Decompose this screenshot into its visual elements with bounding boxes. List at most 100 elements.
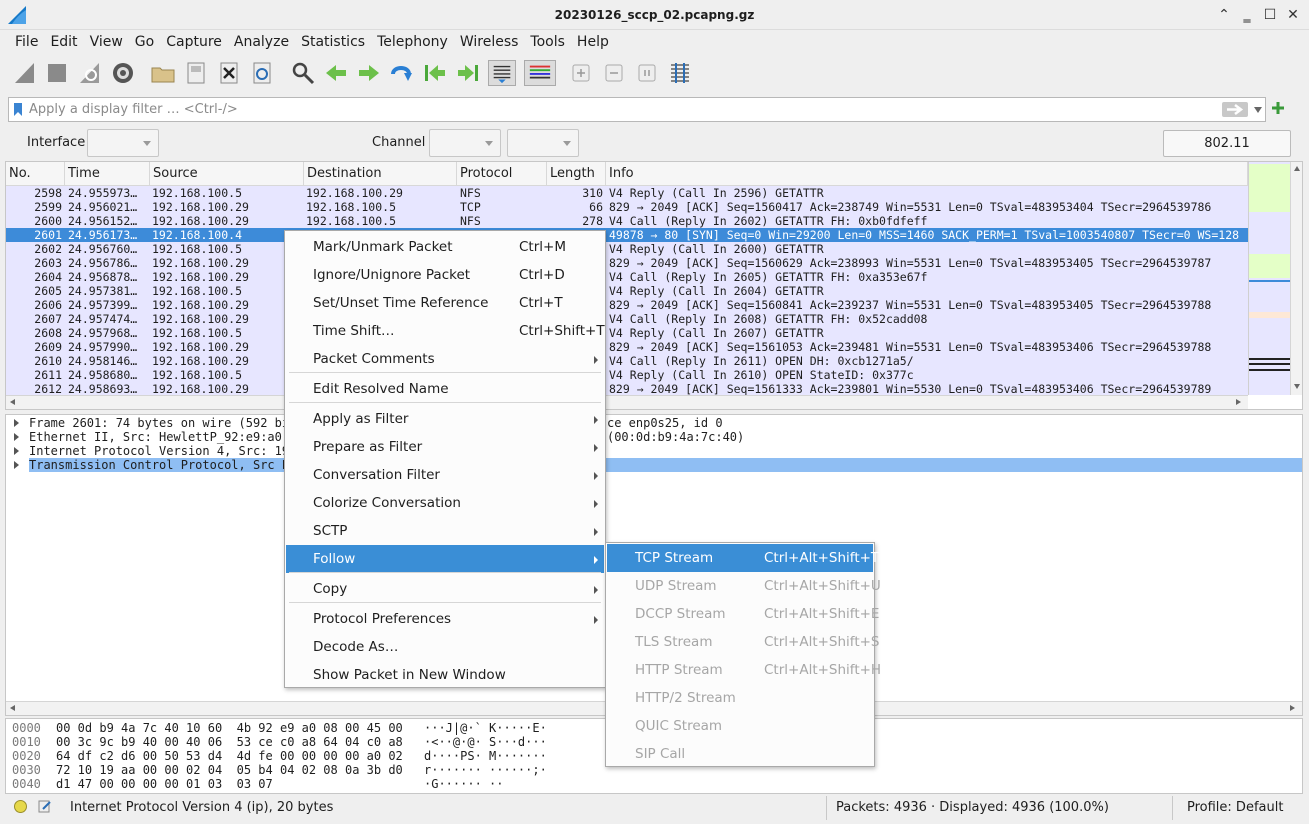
menu-item-mark-unmark-packet[interactable]: Mark/Unmark Packet Ctrl+M [286,233,604,261]
menu-item-apply-as-filter[interactable]: Apply as Filter [286,405,604,433]
menu-item-time-shift[interactable]: Time Shift… Ctrl+Shift+T [286,317,605,345]
status-profile-text[interactable]: Profile: Default [1187,800,1283,815]
resize-columns-icon[interactable] [667,60,693,86]
window-minimize-icon[interactable]: ‗ [1238,6,1256,24]
go-back-icon[interactable] [323,60,349,86]
menu-view[interactable]: View [84,31,129,55]
menu-wireless[interactable]: Wireless [454,31,525,55]
wifi-preferences-button[interactable]: 802.11 Preferences [1163,130,1291,176]
packet-row[interactable]: 2600 24.956152… 192.168.100.29 192.168.100.… [6,214,1248,228]
menu-go[interactable]: Go [129,31,160,55]
detail-row-ipv4[interactable]: Internet Protocol Version 4, Src: 192.16… [6,444,1302,458]
column-header-destination[interactable]: Destination [304,162,457,186]
save-file-icon[interactable] [183,60,209,86]
submenu-item-dccp-stream[interactable]: DCCP Stream Ctrl+Alt+Shift+E [607,600,879,628]
zoom-in-icon[interactable] [568,60,594,86]
menu-item-packet-comments[interactable]: Packet Comments [286,345,604,373]
last-packet-icon[interactable] [455,60,481,86]
menu-item-copy[interactable]: Copy [286,575,604,603]
menu-edit[interactable]: Edit [44,31,83,55]
go-to-packet-icon[interactable] [389,60,415,86]
menu-item-edit-resolved-name[interactable]: Edit Resolved Name [286,375,604,403]
packet-list-vertical-scrollbar[interactable] [1290,162,1302,395]
start-capture-icon[interactable] [12,60,38,86]
column-header-protocol[interactable]: Protocol [457,162,547,186]
window-close-icon[interactable]: ✕ [1284,6,1302,24]
colorize-icon[interactable] [524,60,556,86]
column-header-length[interactable]: Length [547,162,606,186]
detail-row-ethernet[interactable]: Ethernet II, Src: HewlettP_92:e9:a0 (4b:… [6,430,1302,444]
packet-row[interactable]: 260524.957381…192.168.100.5192.168.100.2… [6,284,1248,298]
column-header-info[interactable]: Info [606,162,1248,186]
detail-row-tcp[interactable]: Transmission Control Protocol, Src Port:… [6,458,1302,472]
submenu-item-http-2-stream[interactable]: HTTP/2 Stream [607,684,873,712]
menu-item-follow[interactable]: Follow [286,545,604,573]
find-packet-icon[interactable] [290,60,316,86]
menu-tools[interactable]: Tools [524,31,571,55]
expand-arrow-icon[interactable] [14,447,19,455]
expert-info-icon[interactable] [14,800,27,813]
restart-capture-icon[interactable] [77,60,103,86]
window-maximize-icon[interactable]: ☐ [1261,6,1279,24]
open-file-icon[interactable] [150,60,176,86]
packet-row[interactable]: 260224.956760…192.168.100.5192.168.100.2… [6,242,1248,256]
menu-item-protocol-preferences[interactable]: Protocol Preferences [286,605,604,633]
channel-combo[interactable] [429,129,501,157]
menu-telephony[interactable]: Telephony [371,31,454,55]
column-header-time[interactable]: Time [65,162,150,186]
go-forward-icon[interactable] [356,60,382,86]
packet-row[interactable]: 2599 24.956021… 192.168.100.29 192.168.100.… [6,200,1248,214]
display-filter-input[interactable] [29,98,1219,121]
stop-capture-icon[interactable] [44,60,70,86]
column-header-source[interactable]: Source [150,162,304,186]
submenu-item-tls-stream[interactable]: TLS Stream Ctrl+Alt+Shift+S [607,628,880,656]
packet-row[interactable]: 260624.957399…192.168.100.29192.168.100.… [6,298,1248,312]
column-header-no[interactable]: No. [6,162,65,186]
menu-item-ignore-unignore-packet[interactable]: Ignore/Unignore Packet Ctrl+D [286,261,604,289]
menu-file[interactable]: File [9,31,44,55]
submenu-item-quic-stream[interactable]: QUIC Stream [607,712,873,740]
menu-item-colorize-conversation[interactable]: Colorize Conversation [286,489,604,517]
menu-analyze[interactable]: Analyze [228,31,295,55]
capture-comment-icon[interactable] [38,799,52,813]
channel-width-combo[interactable] [507,129,579,157]
packet-row[interactable]: 260724.957474…192.168.100.29192.168.100.… [6,312,1248,326]
packet-row[interactable]: 260824.957968…192.168.100.5192.168.100.2… [6,326,1248,340]
detail-row-frame[interactable]: Frame 2601: 74 bytes on wire (592 bits),… [6,416,1302,430]
menu-item-prepare-as-filter[interactable]: Prepare as Filter [286,433,604,461]
normal-size-icon[interactable] [634,60,660,86]
packet-row[interactable]: 260324.956786…192.168.100.29192.168.100.… [6,256,1248,270]
menu-item-show-packet-in-new-window[interactable]: Show Packet in New Window [286,661,604,689]
bookmark-icon[interactable] [13,102,23,117]
packet-row-selected[interactable]: 260124.956173…192.168.100.4192.168.100.2… [6,228,1248,242]
capture-options-icon[interactable] [110,60,136,86]
packet-row[interactable]: 261224.958693…192.168.100.29192.168.100.… [6,382,1248,396]
zoom-out-icon[interactable] [601,60,627,86]
submenu-item-sip-call[interactable]: SIP Call [607,740,873,768]
apply-filter-arrow-icon[interactable] [1222,102,1248,117]
expand-arrow-icon[interactable] [14,461,19,469]
expand-arrow-icon[interactable] [14,433,19,441]
packet-row[interactable]: 260924.957990…192.168.100.29192.168.100.… [6,340,1248,354]
interface-combo[interactable] [87,129,159,157]
expand-arrow-icon[interactable] [14,419,19,427]
menu-item-set-unset-time-reference[interactable]: Set/Unset Time Reference Ctrl+T [286,289,604,317]
reload-file-icon[interactable] [249,60,275,86]
packet-row[interactable]: 261124.958680…192.168.100.5192.168.100.2… [6,368,1248,382]
submenu-item-tcp-stream[interactable]: TCP Stream Ctrl+Alt+Shift+T [607,544,879,572]
filter-history-dropdown-icon[interactable] [1253,106,1263,114]
packet-row[interactable]: 260424.956878…192.168.100.29192.168.100.… [6,270,1248,284]
menu-help[interactable]: Help [571,31,615,55]
packet-row[interactable]: 261024.958146…192.168.100.29192.168.100.… [6,354,1248,368]
submenu-item-http-stream[interactable]: HTTP Stream Ctrl+Alt+Shift+H [607,656,881,684]
menu-item-sctp[interactable]: SCTP [286,517,604,545]
menu-capture[interactable]: Capture [160,31,228,55]
first-packet-icon[interactable] [422,60,448,86]
close-file-icon[interactable] [216,60,242,86]
menu-statistics[interactable]: Statistics [295,31,371,55]
submenu-item-udp-stream[interactable]: UDP Stream Ctrl+Alt+Shift+U [607,572,881,600]
add-filter-button-icon[interactable] [1271,101,1285,115]
menu-item-decode-as[interactable]: Decode As… [286,633,604,661]
autoscroll-icon[interactable] [488,60,516,86]
menu-item-conversation-filter[interactable]: Conversation Filter [286,461,604,489]
